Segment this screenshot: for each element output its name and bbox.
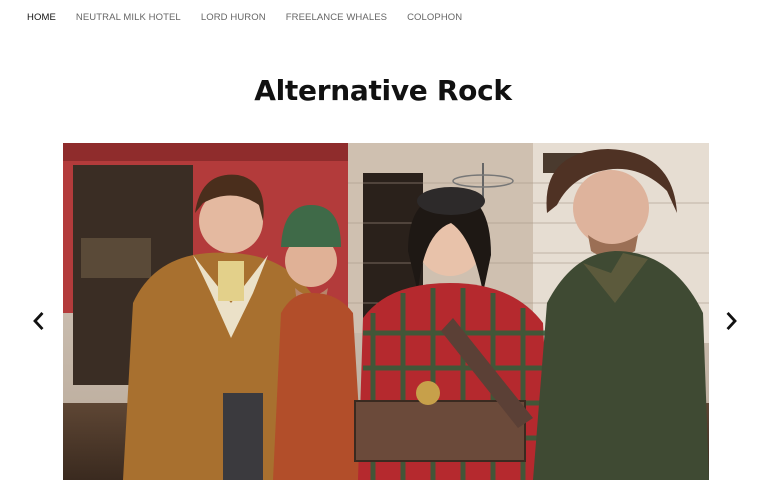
chevron-right-icon	[726, 312, 737, 330]
slider-prev-button[interactable]	[28, 310, 48, 332]
nav-item-lord-huron[interactable]: LORD HURON	[201, 12, 266, 23]
slider-next-button[interactable]	[722, 310, 742, 332]
band-photo	[63, 143, 709, 480]
page-title: Alternative Rock	[254, 74, 512, 107]
main-nav: HOME NEUTRAL MILK HOTEL LORD HURON FREEL…	[27, 12, 482, 23]
image-slider	[63, 143, 709, 480]
nav-item-neutral-milk-hotel[interactable]: NEUTRAL MILK HOTEL	[76, 12, 181, 23]
chevron-left-icon	[33, 312, 44, 330]
nav-item-colophon[interactable]: COLOPHON	[407, 12, 462, 23]
nav-item-freelance-whales[interactable]: FREELANCE WHALES	[286, 12, 387, 23]
nav-item-home[interactable]: HOME	[27, 12, 56, 23]
